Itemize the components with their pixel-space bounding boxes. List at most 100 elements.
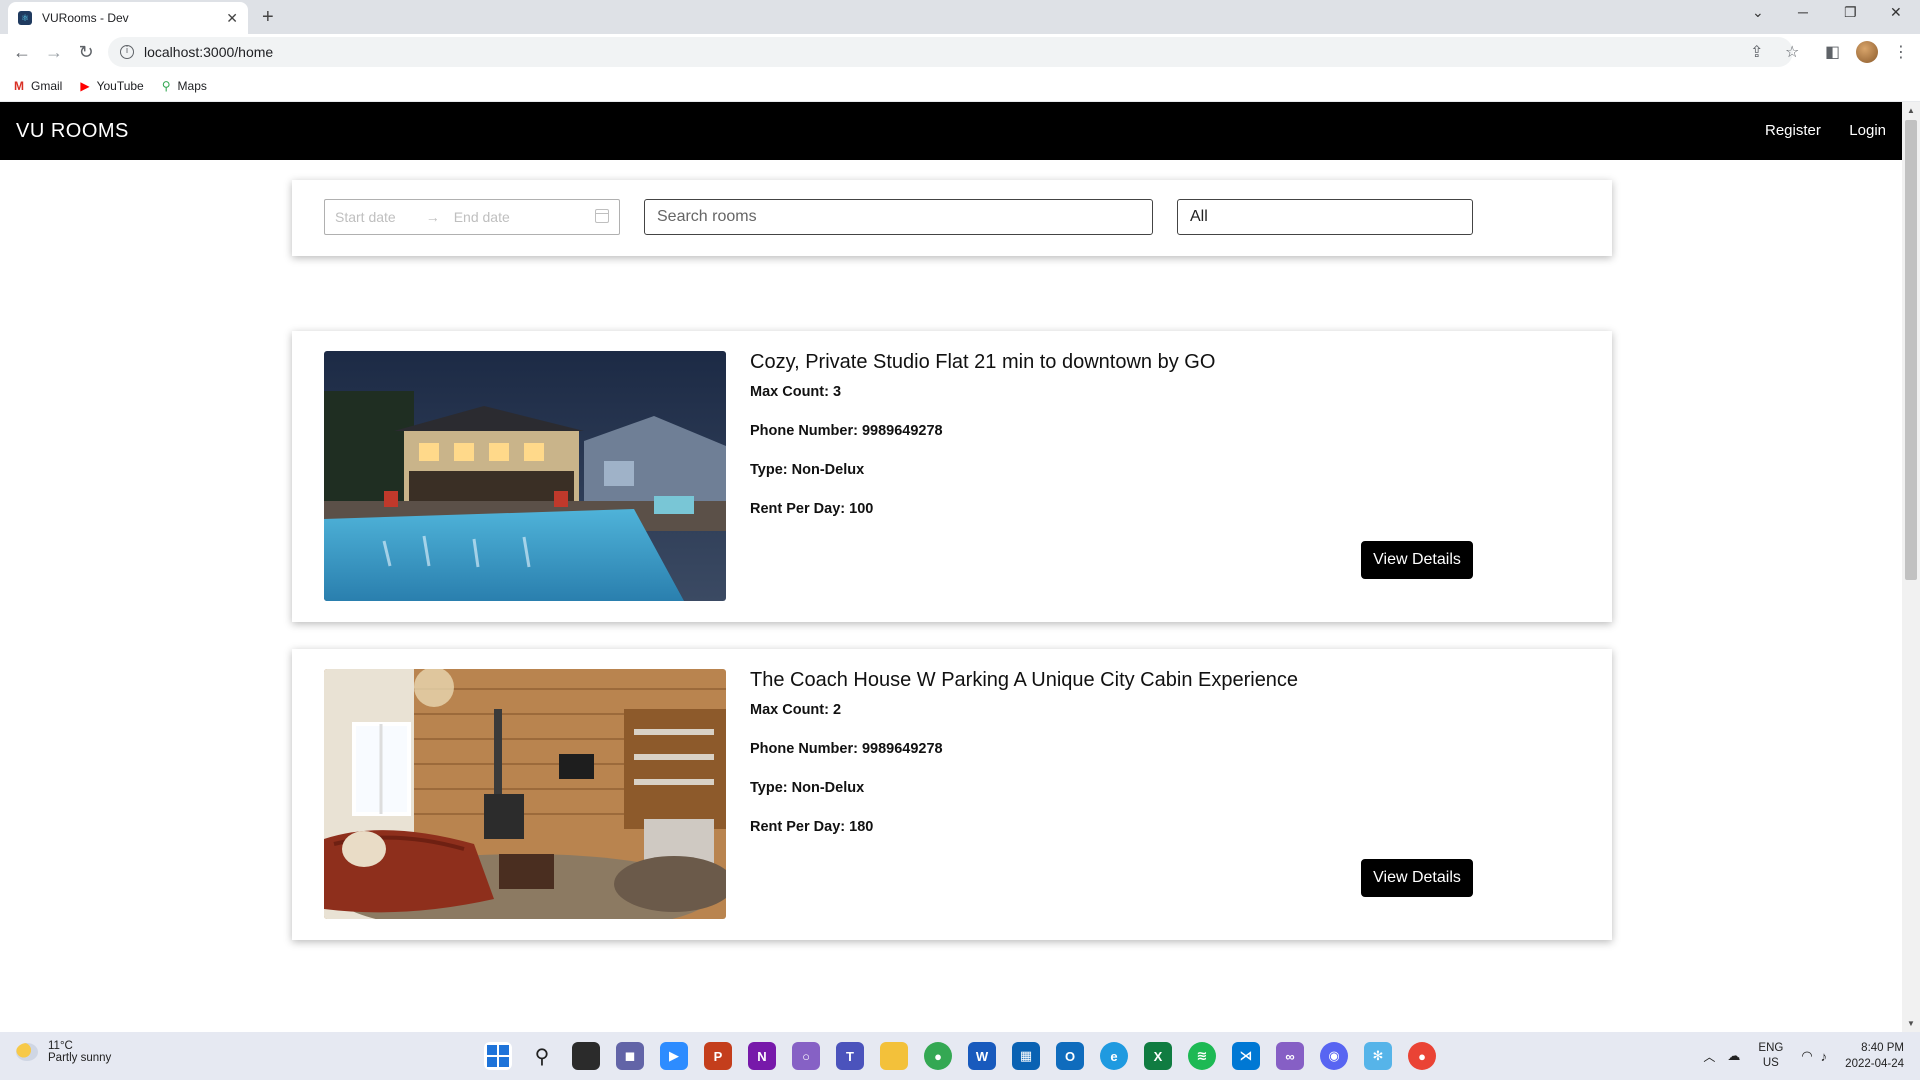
field-label: Phone Number: [750,741,858,757]
end-date-input[interactable]: End date [454,209,510,225]
task-view-icon[interactable] [572,1042,600,1070]
browser-menu-icon[interactable]: ⋮ [1893,42,1909,62]
scroll-up-icon[interactable]: ▲ [1902,106,1920,115]
bookmark-label: Gmail [31,78,63,93]
brand-logo[interactable]: VU ROOMS [16,120,129,143]
field-value: 180 [849,819,874,835]
reload-icon[interactable]: ↻ [70,42,102,63]
search-rooms-input[interactable] [644,199,1153,235]
url-text: localhost:3000/home [144,44,274,60]
new-tab-button[interactable]: + [262,6,274,29]
room-type-select[interactable]: All [1177,199,1473,235]
teams-icon[interactable]: T [836,1042,864,1070]
date-range-picker[interactable]: Start date → End date [324,199,620,235]
chrome-dev-icon[interactable]: ● [1408,1042,1436,1070]
profile-avatar[interactable] [1856,41,1878,63]
start-date-input[interactable]: Start date [335,209,396,225]
volume-icon[interactable]: ♪ [1821,1049,1828,1064]
filter-card: Start date → End date All [292,180,1612,256]
room-rent-per-day: Rent Per Day: 180 [750,819,1298,858]
outlook-icon[interactable]: O [1056,1042,1084,1070]
back-icon[interactable]: ← [6,42,38,63]
room-card: Cozy, Private Studio Flat 21 min to down… [292,331,1612,622]
calendar-icon[interactable] [595,209,609,223]
store-icon[interactable]: ▦ [1012,1042,1040,1070]
region-code: US [1762,1057,1779,1069]
lang-code: ENG [1758,1042,1784,1054]
scrollbar-thumb[interactable] [1905,120,1917,580]
excel-icon[interactable]: X [1144,1042,1172,1070]
edge-icon[interactable]: e [1100,1042,1128,1070]
field-value: 100 [849,501,874,517]
room-type: Type: Non-Delux [750,462,1215,501]
room-max-count: Max Count: 2 [750,702,1298,741]
wifi-icon[interactable]: ◠ [1801,1048,1812,1064]
view-details-button[interactable]: View Details [1361,859,1473,897]
tab-title: VURooms - Dev [42,11,129,25]
powerpoint-icon[interactable]: P [704,1042,732,1070]
address-bar[interactable]: i localhost:3000/home [108,37,1793,67]
clock-date: 2022-04-24 [1845,1058,1904,1070]
room-image-pool-house [324,351,726,601]
restore-icon[interactable]: ❐ [1844,4,1857,21]
bookmark-maps[interactable]: ⚲ Maps [162,79,207,93]
field-value: 9989649278 [861,423,943,439]
field-value: 3 [832,384,842,400]
file-explorer-icon[interactable] [880,1042,908,1070]
weather-widget[interactable]: 11°C Partly sunny [16,1040,111,1064]
bookmark-youtube[interactable]: ▶ YouTube [80,79,143,93]
minimize-icon[interactable]: ─ [1798,4,1808,20]
field-label: Type: [750,780,788,796]
room-info: Cozy, Private Studio Flat 21 min to down… [750,351,1215,540]
vscode-icon[interactable]: ⋊ [1232,1042,1260,1070]
page-scrollbar[interactable]: ▲ ▼ [1902,102,1920,1032]
language-indicator[interactable]: ENG US [1758,1041,1783,1071]
tab-search-chevron-icon[interactable]: ⌄ [1752,4,1764,21]
scroll-down-icon[interactable]: ▼ [1902,1019,1920,1028]
bookmark-star-icon[interactable]: ☆ [1785,42,1799,62]
close-tab-icon[interactable]: ✕ [226,10,238,27]
windows-taskbar: 11°C Partly sunny ⚲ ◼ ▶ P N ○ T ● W ▦ O … [0,1032,1920,1080]
spotify-icon[interactable]: ≋ [1188,1042,1216,1070]
forward-icon[interactable]: → [38,42,70,63]
search-icon[interactable]: ⚲ [528,1042,556,1070]
field-label: Rent Per Day: [750,819,846,835]
field-value: 2 [832,702,842,718]
browser-tab-bar: ⚛ VURooms - Dev ✕ + ⌄ ─ ❐ ✕ [0,0,1920,34]
chat-icon[interactable]: ◼ [616,1042,644,1070]
share-icon[interactable]: ⇪ [1750,42,1763,62]
room-rent-per-day: Rent Per Day: 100 [750,501,1215,540]
room-title: The Coach House W Parking A Unique City … [750,669,1299,691]
start-windows-icon[interactable] [484,1042,512,1070]
side-panel-icon[interactable]: ◧ [1825,42,1840,62]
react-favicon-icon: ⚛ [18,11,32,25]
clock-time: 8:40 PM [1861,1042,1904,1054]
clock[interactable]: 8:40 PM 2022-04-24 [1845,1040,1904,1072]
site-info-icon[interactable]: i [120,45,134,59]
room-phone-number: Phone Number: 9989649278 [750,741,1298,780]
bookmark-gmail[interactable]: M Gmail [14,79,62,93]
youtube-icon: ▶ [80,78,90,93]
login-link[interactable]: Login [1849,122,1886,139]
room-max-count: Max Count: 3 [750,384,1215,423]
room-info: The Coach House W Parking A Unique City … [750,669,1298,858]
window-close-icon[interactable]: ✕ [1890,4,1902,21]
room-phone-number: Phone Number: 9989649278 [750,423,1215,462]
circle-app-icon[interactable]: ○ [792,1042,820,1070]
browser-toolbar: ← → ↻ i localhost:3000/home [0,34,1920,70]
maps-icon: ⚲ [161,78,171,93]
onedrive-icon[interactable]: ☁ [1727,1048,1740,1064]
discord-icon[interactable]: ◉ [1320,1042,1348,1070]
nav-links: Register Login [1741,122,1886,140]
register-link[interactable]: Register [1765,122,1821,139]
word-icon[interactable]: W [968,1042,996,1070]
chrome-icon[interactable]: ● [924,1042,952,1070]
fan-app-icon[interactable]: ✻ [1364,1042,1392,1070]
browser-tab[interactable]: ⚛ VURooms - Dev ✕ [8,2,248,34]
view-details-button[interactable]: View Details [1361,541,1473,579]
zoom-icon[interactable]: ▶ [660,1042,688,1070]
onenote-icon[interactable]: N [748,1042,776,1070]
visual-studio-icon[interactable]: ∞ [1276,1042,1304,1070]
show-hidden-icons-icon[interactable]: ︿ [1703,1048,1715,1065]
bookmark-label: YouTube [96,78,144,93]
